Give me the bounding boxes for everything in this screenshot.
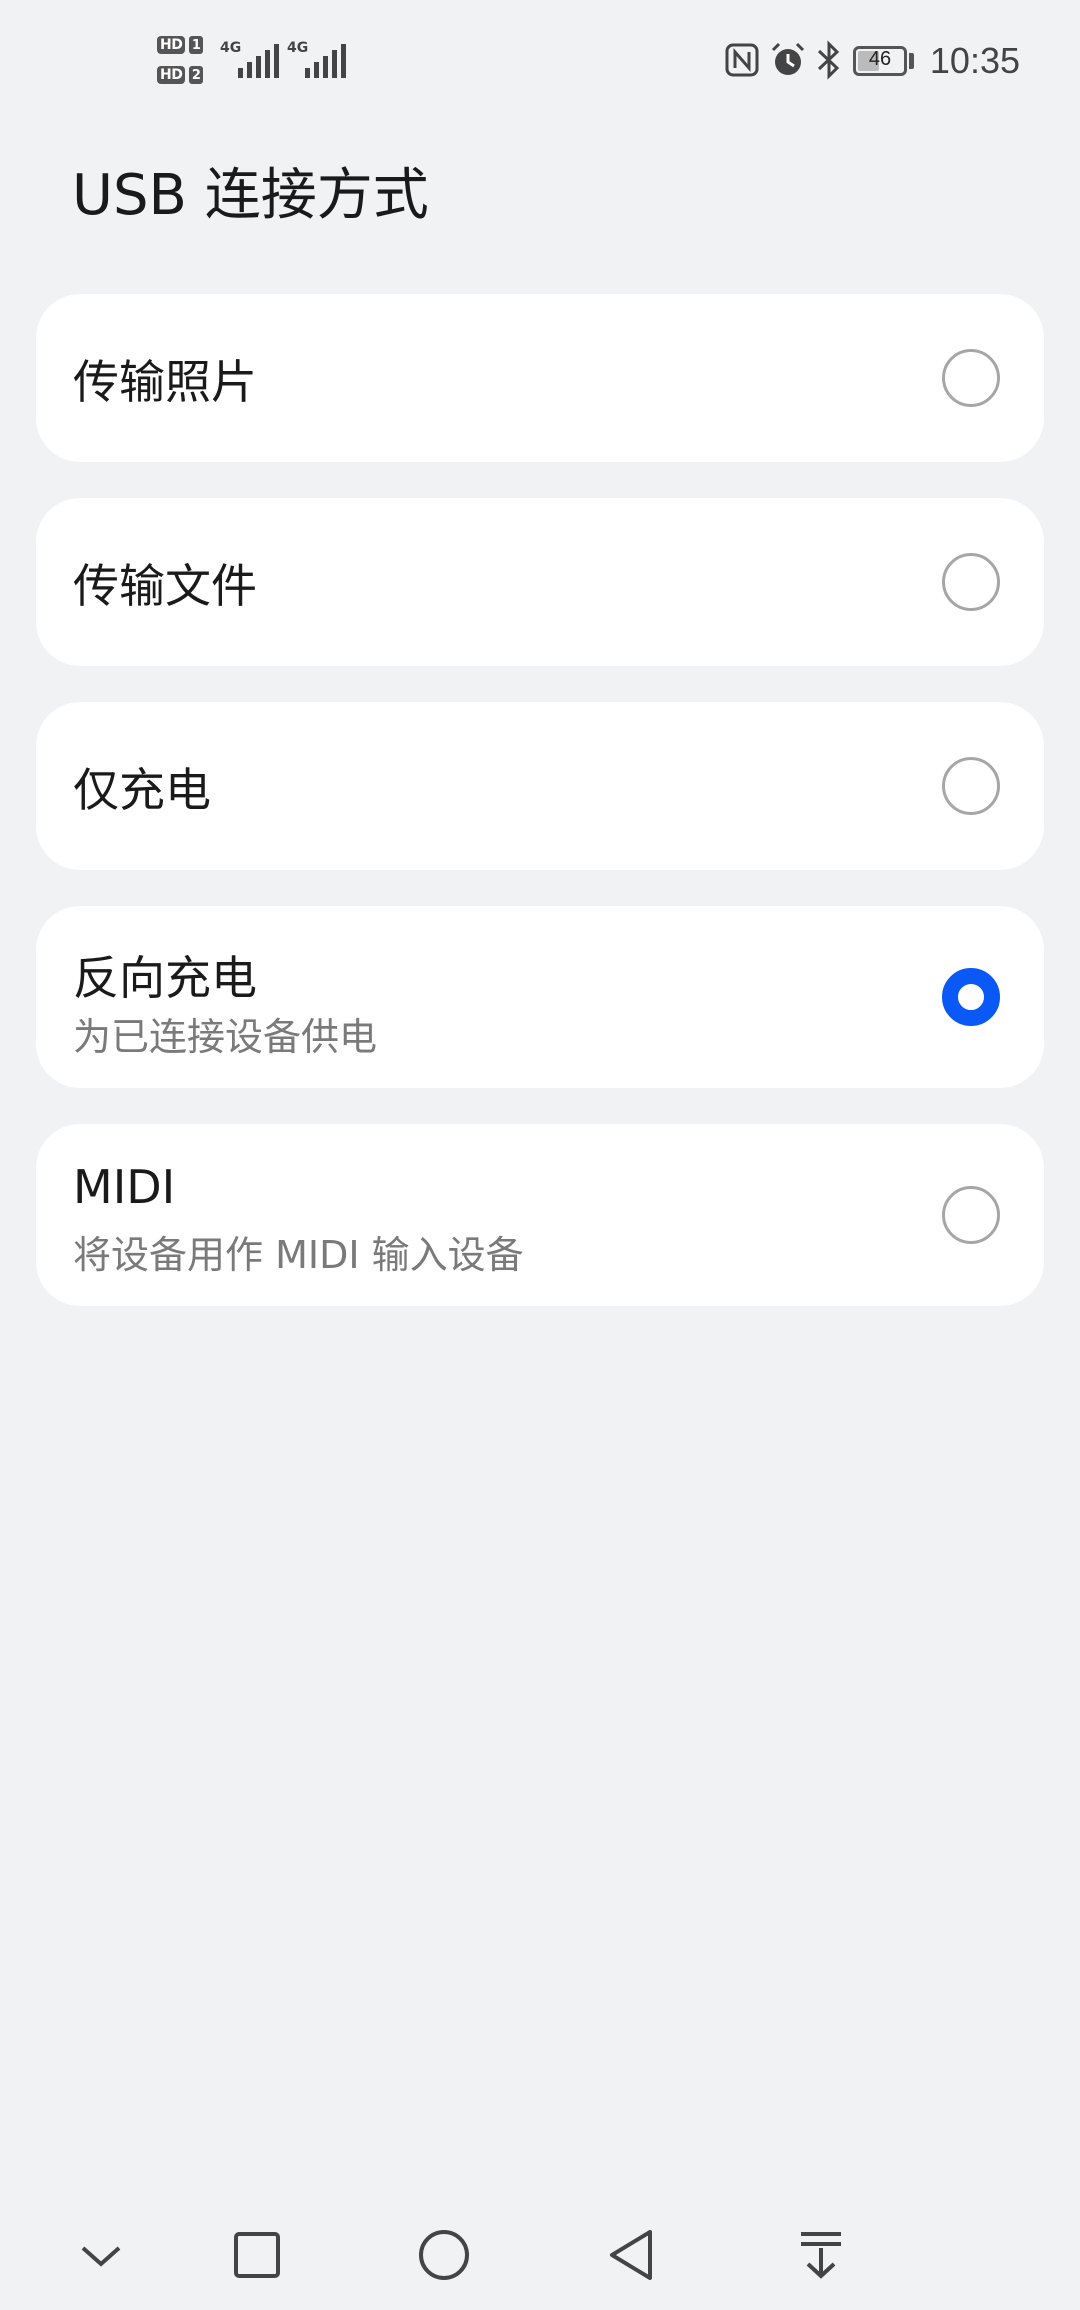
status-bar: HD 1 HD 2 4G 4G 46 10:35 xyxy=(0,0,1080,125)
battery-level: 46 xyxy=(868,48,892,70)
option-label: 传输文件 xyxy=(73,559,257,613)
page-title: USB 连接方式 xyxy=(72,163,429,228)
radio-button[interactable] xyxy=(942,553,1000,611)
bluetooth-icon xyxy=(817,40,840,80)
radio-button-selected[interactable] xyxy=(942,968,1000,1026)
status-time: 10:35 xyxy=(929,40,1020,81)
option-reverse-charging[interactable]: 反向充电 为已连接设备供电 xyxy=(36,906,1044,1088)
collapse-icon[interactable] xyxy=(66,2220,136,2290)
battery-icon: 46 xyxy=(853,46,907,76)
navigation-bar xyxy=(0,2200,1080,2310)
nfc-icon xyxy=(725,43,759,77)
radio-button[interactable] xyxy=(942,1186,1000,1244)
option-transfer-photos[interactable]: 传输照片 xyxy=(36,294,1044,462)
sim2-number: 2 xyxy=(189,66,204,84)
option-label: MIDI xyxy=(73,1160,176,1214)
option-label: 反向充电 xyxy=(73,951,257,1005)
option-transfer-files[interactable]: 传输文件 xyxy=(36,498,1044,666)
radio-button[interactable] xyxy=(942,349,1000,407)
option-label: 传输照片 xyxy=(73,355,257,409)
hd-badge-sim2: HD xyxy=(157,66,186,84)
sim-status: HD 1 HD 2 xyxy=(157,30,227,94)
alarm-icon xyxy=(771,42,805,75)
option-subtitle: 将设备用作 MIDI 输入设备 xyxy=(73,1233,524,1277)
recents-icon[interactable] xyxy=(222,2220,292,2290)
option-midi[interactable]: MIDI 将设备用作 MIDI 输入设备 xyxy=(36,1124,1044,1306)
option-charge-only[interactable]: 仅充电 xyxy=(36,702,1044,870)
option-subtitle: 为已连接设备供电 xyxy=(73,1015,378,1059)
battery-cap xyxy=(909,53,914,69)
back-icon[interactable] xyxy=(596,2220,666,2290)
radio-button[interactable] xyxy=(942,757,1000,815)
option-label: 仅充电 xyxy=(73,763,211,817)
notification-pull-icon[interactable] xyxy=(786,2220,856,2290)
sim1-number: 1 xyxy=(189,36,204,54)
hd-badge-sim1: HD xyxy=(157,36,186,54)
home-icon[interactable] xyxy=(409,2220,479,2290)
